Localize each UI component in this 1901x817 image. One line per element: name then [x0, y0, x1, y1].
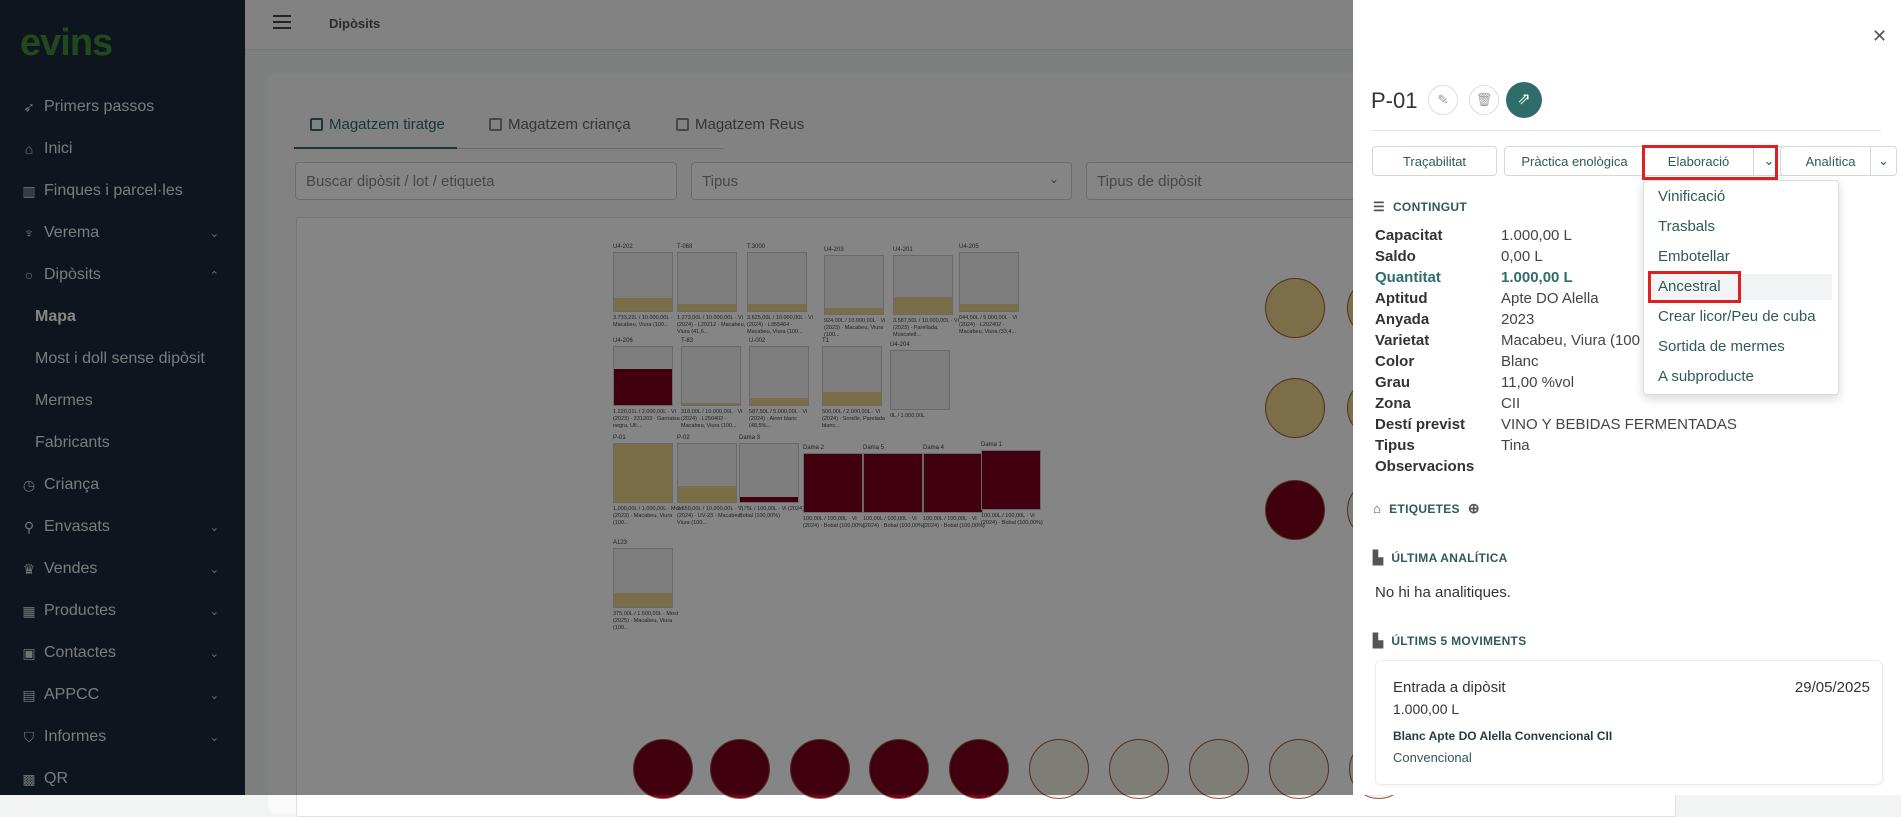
field-row: Observacions	[1375, 458, 1475, 475]
field-row: Aptitud Apte DO Alella	[1375, 290, 1599, 307]
menu-item-vinificacio[interactable]: Vinificació	[1658, 188, 1725, 205]
section-ultims-moviments: ▙ ÚLTIMS 5 MOVIMENTS	[1373, 633, 1527, 648]
field-row: Capacitat 1.000,00 L	[1375, 227, 1572, 244]
movement-category: Convencional	[1393, 750, 1472, 765]
practica-enologica-button[interactable]: Pràctica enològica	[1504, 146, 1645, 176]
bar-chart-icon: ▙	[1373, 633, 1384, 648]
bar-chart-icon: ▙	[1373, 550, 1384, 565]
drawer-title: P-01	[1371, 88, 1418, 113]
movement-card[interactable]: Entrada a dipòsit 29/05/2025 1.000,00 L …	[1375, 660, 1883, 785]
field-row: Quantitat 1.000,00 L	[1375, 269, 1573, 286]
no-analitiques-text: No hi ha analitiques.	[1375, 584, 1511, 601]
field-row: Color Blanc	[1375, 353, 1539, 370]
edit-button[interactable]: ✎	[1428, 85, 1458, 115]
modal-overlay[interactable]	[0, 0, 1353, 795]
analitica-dropdown-toggle[interactable]: ⌄	[1870, 146, 1897, 176]
section-etiquetes: ⌂ ETIQUETES ⊕	[1373, 500, 1480, 517]
close-icon[interactable]: ✕	[1872, 26, 1887, 47]
menu-item-trasbals[interactable]: Trasbals	[1658, 218, 1715, 235]
menu-item-a-subproducte[interactable]: A subproducte	[1658, 368, 1754, 385]
tracabilitat-button[interactable]: Traçabilitat	[1372, 146, 1497, 176]
menu-item-embotellar[interactable]: Embotellar	[1658, 248, 1730, 265]
highlight-box-elaboracio	[1642, 145, 1778, 180]
field-row: Anyada 2023	[1375, 311, 1535, 328]
tag-icon: ⌂	[1373, 501, 1382, 516]
movement-type: Entrada a dipòsit	[1393, 679, 1506, 696]
menu-item-sortida-mermes[interactable]: Sortida de mermes	[1658, 338, 1785, 355]
field-row: Tipus Tina	[1375, 437, 1530, 454]
movement-date: 29/05/2025	[1794, 679, 1870, 696]
menu-item-crear-licor[interactable]: Crear licor/Peu de cuba	[1658, 308, 1816, 325]
field-row: Zona CII	[1375, 395, 1521, 412]
section-contingut: ☰ CONTINGUT	[1373, 199, 1467, 214]
field-row: Saldo 0,00 L	[1375, 248, 1543, 265]
analitica-button[interactable]: Analítica	[1780, 146, 1880, 176]
text-lines-icon: ☰	[1373, 199, 1385, 214]
divider	[1371, 130, 1881, 131]
chevron-down-icon: ⌄	[1878, 153, 1889, 168]
field-row: Varietat Macabeu, Viura (100	[1375, 332, 1640, 349]
field-row: Destí previst VINO Y BEBIDAS FERMENTADAS	[1375, 416, 1737, 433]
movement-qty: 1.000,00 L	[1393, 701, 1460, 717]
section-ultima-analitica: ▙ ÚLTIMA ANALÍTICA	[1373, 550, 1508, 565]
movement-product: Blanc Apte DO Alella Convencional CII	[1393, 729, 1613, 743]
open-external-button[interactable]: ⇗	[1506, 82, 1542, 118]
delete-button[interactable]: 🗑	[1469, 85, 1499, 115]
pencil-icon: ✎	[1437, 92, 1449, 107]
add-tag-icon[interactable]: ⊕	[1468, 500, 1480, 517]
highlight-box-ancestral	[1648, 271, 1741, 303]
external-link-icon: ⇗	[1517, 91, 1531, 108]
trash-icon: 🗑	[1475, 92, 1493, 107]
field-row: Grau 11,00 %vol	[1375, 374, 1575, 391]
tank-detail-drawer: ✕ P-01 ✎ 🗑 ⇗ Traçabilitat Pràctica enolò…	[1353, 0, 1901, 795]
